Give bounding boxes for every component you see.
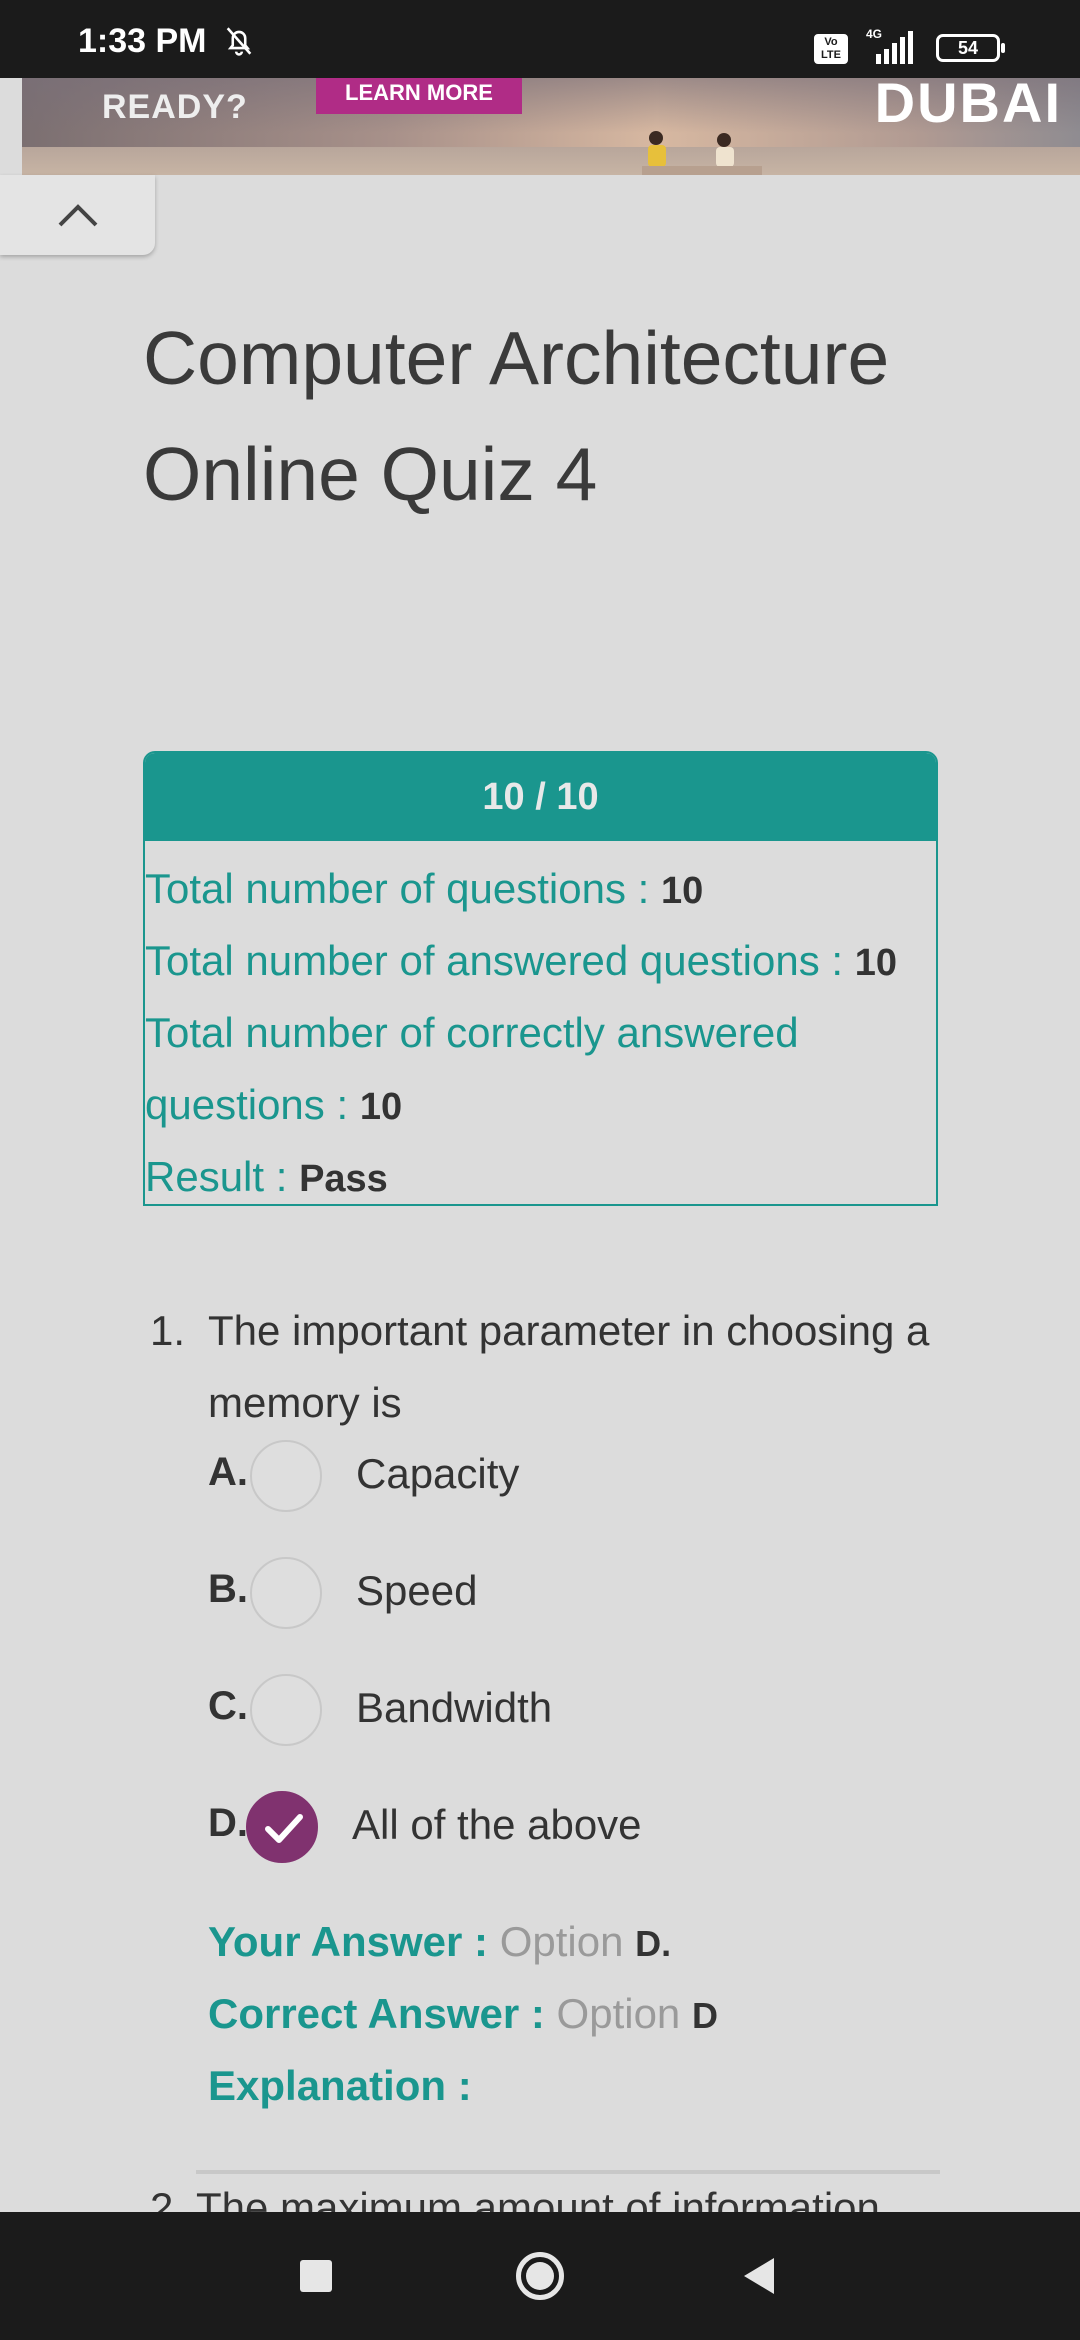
option-d-letter: D.: [208, 1801, 248, 1845]
question-divider: [196, 2170, 940, 2174]
ad-learn-more-button[interactable]: LEARN MORE: [316, 78, 522, 114]
ad-headline: READY?: [102, 88, 248, 126]
option-c-text[interactable]: Bandwidth: [356, 1684, 552, 1732]
stat-result: Result : Pass: [145, 1153, 388, 1200]
correct-answer: Correct Answer : Option D: [208, 1990, 718, 2037]
recent-apps-button[interactable]: [300, 2260, 332, 2292]
status-bar: 1:33 PM Vo LTE 4G 54: [0, 0, 1080, 78]
question-number: 1.: [150, 1307, 186, 1354]
score-card: 10 / 10 Total number of questions : 10 T…: [143, 751, 938, 1206]
volte-icon: Vo LTE: [814, 34, 848, 64]
collapse-ad-button[interactable]: [0, 175, 155, 255]
home-button[interactable]: [516, 2252, 564, 2300]
navigation-bar: [0, 2212, 1080, 2340]
ad-banner[interactable]: READY? LEARN MORE DUBAI: [22, 78, 1080, 175]
stat-total-questions: Total number of questions : 10: [145, 865, 704, 912]
option-d-radio[interactable]: [246, 1791, 318, 1863]
ad-people-image: [642, 131, 762, 175]
option-c-radio[interactable]: [250, 1674, 322, 1746]
bell-muted-icon: [226, 27, 252, 56]
network-type: 4G: [866, 27, 882, 41]
option-b-text[interactable]: Speed: [356, 1567, 477, 1615]
stat-answered-questions: Total number of answered questions : 10: [145, 937, 898, 984]
option-d-text[interactable]: All of the above: [352, 1801, 642, 1849]
battery-level: 54: [957, 38, 979, 58]
option-a-text[interactable]: Capacity: [356, 1450, 519, 1498]
option-b-letter: B.: [208, 1567, 248, 1611]
option-b-radio[interactable]: [250, 1557, 322, 1629]
stat-correct-label: Total number of correctly answered: [145, 1009, 799, 1056]
back-button[interactable]: [742, 2256, 776, 2296]
chevron-up-icon: [58, 204, 98, 227]
status-time: 1:33 PM: [78, 22, 207, 60]
explanation: Explanation :: [208, 2062, 472, 2109]
page-title: Computer Architecture Online Quiz 4: [143, 316, 890, 516]
option-a-radio[interactable]: [250, 1440, 322, 1512]
battery-icon: 54: [936, 34, 1005, 62]
score-header: 10 / 10: [145, 753, 936, 841]
signal-icon: 4G: [866, 27, 913, 64]
stat-correct-questions: questions : 10: [145, 1081, 403, 1128]
question-text: The important parameter in choosing a me…: [208, 1307, 930, 1426]
ad-brand-logo: DUBAI: [874, 78, 1062, 134]
checkmark-icon: [265, 1814, 303, 1843]
option-a-letter: A.: [208, 1450, 248, 1494]
your-answer: Your Answer : Option D.: [208, 1918, 672, 1965]
option-c-letter: C.: [208, 1684, 248, 1728]
